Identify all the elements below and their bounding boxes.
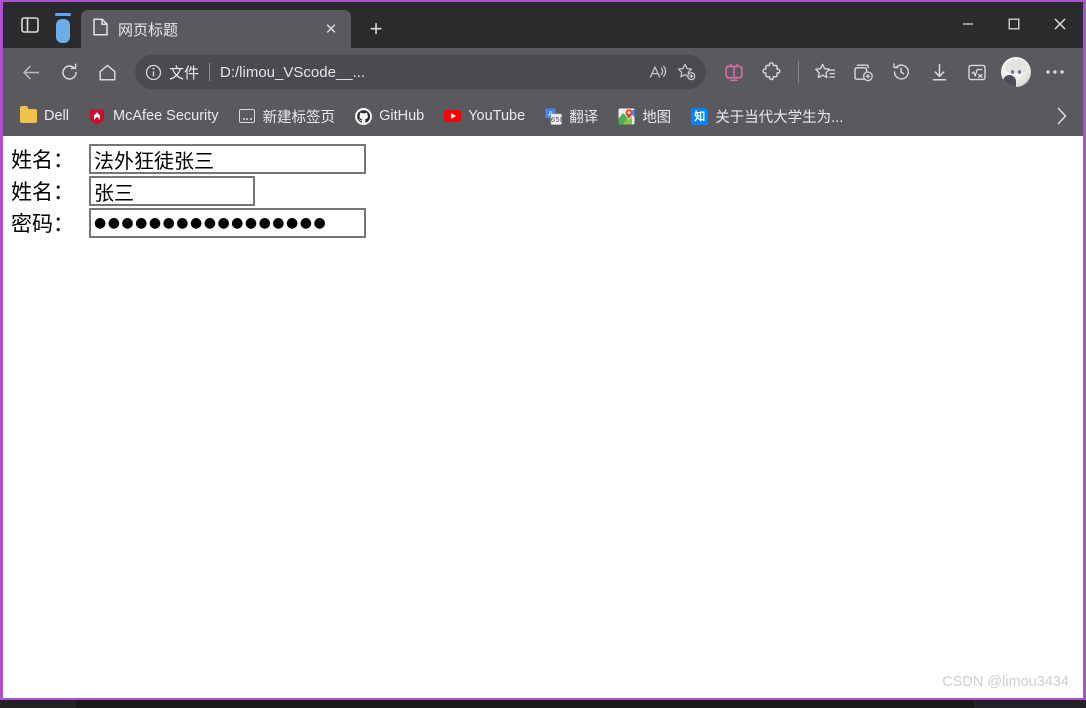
address-divider <box>209 63 210 81</box>
info-icon[interactable] <box>145 64 162 81</box>
password-input[interactable] <box>89 208 366 238</box>
bookmark-zhihu-article[interactable]: 知 关于当代大学生为... <box>682 101 852 131</box>
label-name-full: 姓名： <box>11 144 89 174</box>
sleeping-tab-pill <box>56 19 70 43</box>
avatar-body <box>1003 75 1016 87</box>
sleeping-tab-bar <box>55 13 71 16</box>
bookmarks-overflow-chevron-right-icon[interactable] <box>1047 101 1077 131</box>
bookmark-label: 地图 <box>642 106 671 127</box>
address-bar[interactable]: 文件 D:/limou_VScode__... <box>135 55 706 89</box>
extensions-icon[interactable] <box>754 54 790 90</box>
tab-strip: 网页标题 ✕ + <box>3 2 1083 48</box>
bookmark-maps[interactable]: 地图 <box>609 101 680 131</box>
tab-title: 网页标题 <box>118 19 309 40</box>
bookmark-label: Dell <box>44 108 69 124</box>
history-icon[interactable] <box>883 54 919 90</box>
maximize-button[interactable] <box>991 2 1037 46</box>
avatar-eye-left <box>1011 70 1014 74</box>
google-maps-icon <box>618 108 635 125</box>
add-favorite-icon[interactable] <box>672 58 700 86</box>
tab-actions-menu-icon[interactable] <box>15 10 45 40</box>
bookmark-label: 新建标签页 <box>263 106 336 127</box>
bookmark-youtube[interactable]: YouTube <box>435 101 534 131</box>
profile-avatar[interactable] <box>1001 57 1031 87</box>
new-tab-page-icon <box>239 108 256 125</box>
downloads-icon[interactable] <box>921 54 957 90</box>
minimize-button[interactable] <box>945 2 991 46</box>
bookmarks-bar: Dell McAfee Security 新建标签页 <box>3 96 1083 136</box>
form-row-name-short: 姓名： <box>11 176 1083 206</box>
name-short-input[interactable] <box>89 176 255 206</box>
sleeping-tab-indicator[interactable] <box>55 2 71 48</box>
folder-icon <box>20 108 37 125</box>
taskbar-start-region[interactable] <box>0 700 76 708</box>
bookmark-mcafee-security[interactable]: McAfee Security <box>80 101 228 131</box>
name-full-input[interactable] <box>89 144 366 174</box>
bookmark-translate[interactable]: A \u6587 翻译 <box>536 101 607 131</box>
refresh-button[interactable] <box>51 54 87 90</box>
collections-icon[interactable] <box>845 54 881 90</box>
tab-strip-left-controls <box>3 2 71 48</box>
svg-text:\u6587: \u6587 <box>545 116 562 124</box>
math-solver-icon[interactable] <box>959 54 995 90</box>
close-button[interactable] <box>1037 2 1083 46</box>
watermark: CSDN @limou3434 <box>942 674 1069 690</box>
zhihu-icon: 知 <box>691 108 708 125</box>
address-scheme-label: 文件 <box>169 62 199 83</box>
home-button[interactable] <box>89 54 125 90</box>
bookmark-label: YouTube <box>468 108 525 124</box>
back-button[interactable] <box>13 54 49 90</box>
address-url-text[interactable]: D:/limou_VScode__... <box>220 64 644 81</box>
bookmark-label: 关于当代大学生为... <box>715 106 843 127</box>
read-aloud-icon[interactable] <box>644 58 672 86</box>
document-icon <box>93 18 108 41</box>
avatar-eye-right <box>1018 70 1021 74</box>
settings-and-more-button[interactable] <box>1037 54 1073 90</box>
bookmark-github[interactable]: GitHub <box>346 101 433 131</box>
favorites-icon[interactable] <box>807 54 843 90</box>
browser-tab[interactable]: 网页标题 ✕ <box>81 10 351 48</box>
page-content: 姓名： 姓名： 密码： CSDN @limou3434 <box>3 136 1083 698</box>
youtube-icon <box>444 108 461 125</box>
github-icon <box>355 108 372 125</box>
bookmark-dell[interactable]: Dell <box>11 101 78 131</box>
bookmark-label: McAfee Security <box>113 108 219 124</box>
form-row-password: 密码： <box>11 208 1083 238</box>
new-tab-button[interactable]: + <box>359 12 393 46</box>
taskbar-center-region[interactable] <box>76 700 974 708</box>
browser-toolbar: 文件 D:/limou_VScode__... <box>3 48 1083 96</box>
browser-window: 网页标题 ✕ + <box>0 0 1086 700</box>
mcafee-shield-icon <box>89 108 106 125</box>
google-translate-icon: A \u6587 <box>545 108 562 125</box>
taskbar-tray-region[interactable] <box>974 700 1086 708</box>
bookmark-label: GitHub <box>379 108 424 124</box>
bookmark-new-tab-page[interactable]: 新建标签页 <box>230 101 345 131</box>
tab-close-icon[interactable]: ✕ <box>319 17 343 41</box>
toolbar-divider <box>798 61 799 83</box>
avatar-hair <box>1005 59 1027 73</box>
window-controls <box>945 2 1083 46</box>
taskbar[interactable] <box>0 700 1086 708</box>
label-password: 密码： <box>11 208 89 238</box>
split-screen-icon[interactable] <box>716 54 752 90</box>
label-name-short: 姓名： <box>11 176 89 206</box>
bookmark-label: 翻译 <box>569 106 598 127</box>
form-row-name-full: 姓名： <box>11 144 1083 174</box>
